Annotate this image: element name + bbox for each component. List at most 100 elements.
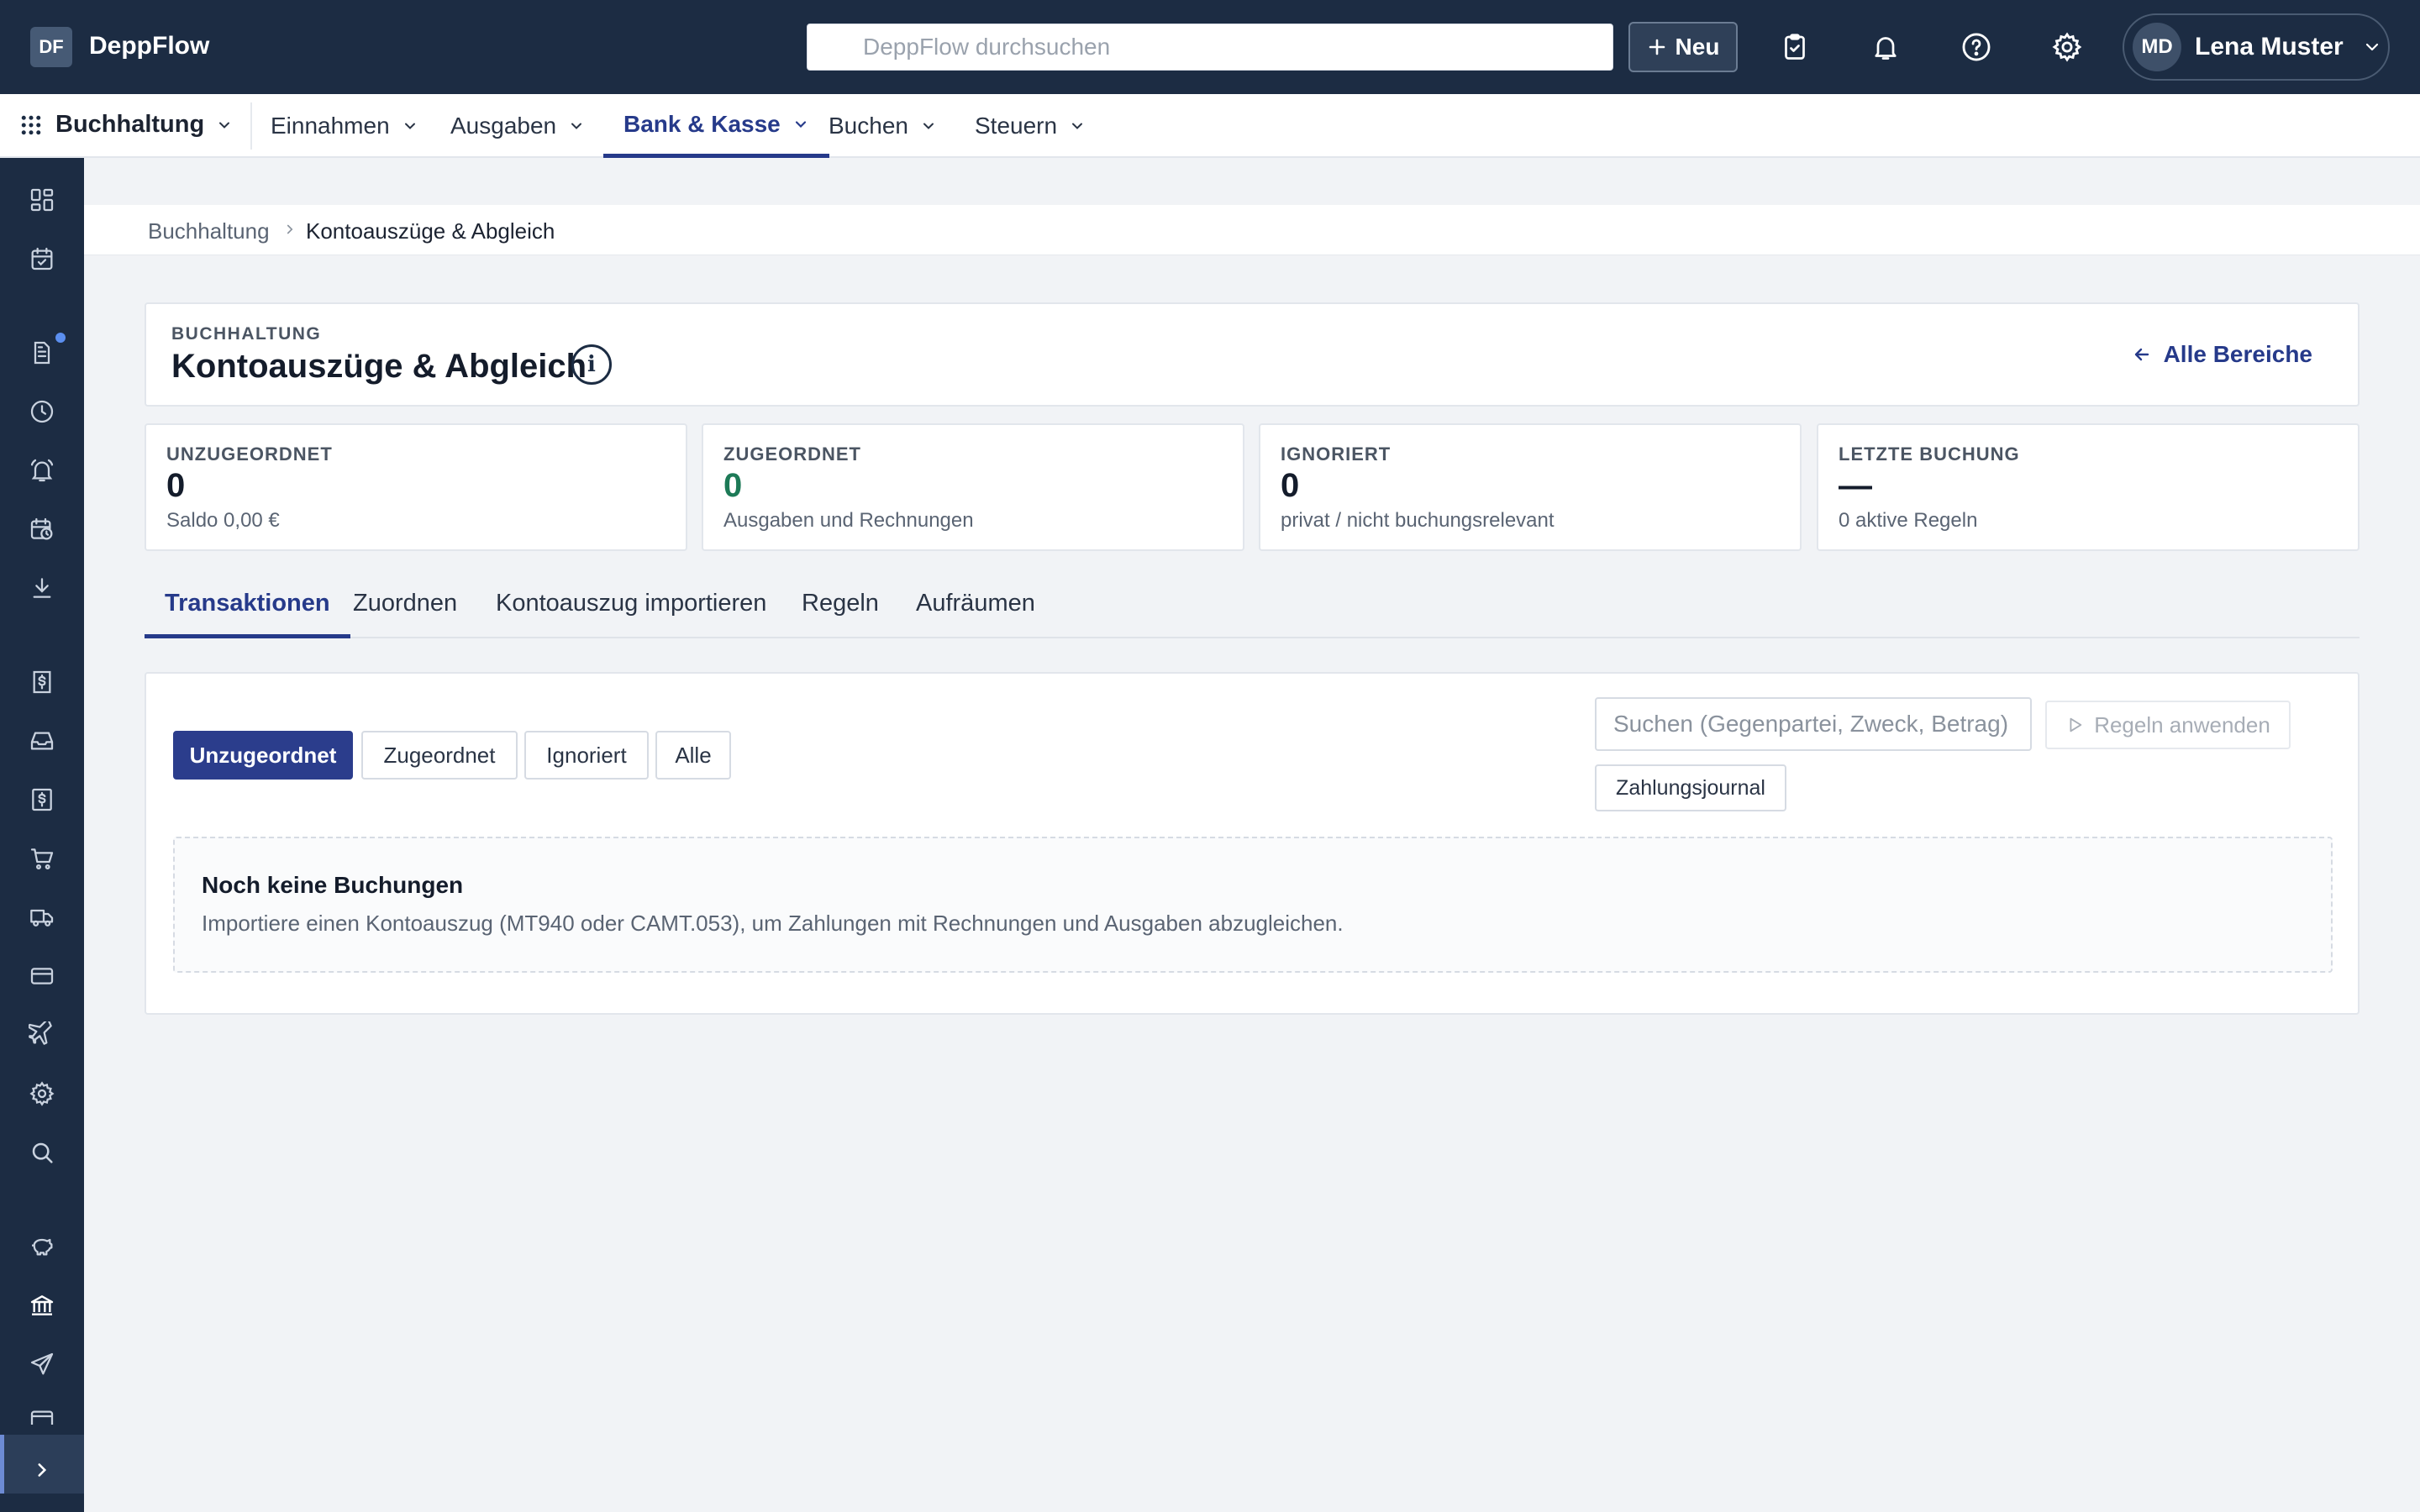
page-title: Kontoauszüge & Abgleich (171, 348, 587, 385)
stat-value: — (1839, 467, 1872, 504)
payment-journal-button[interactable]: Zahlungsjournal (1595, 764, 1786, 811)
nav-ausgaben[interactable]: Ausgaben (450, 94, 585, 158)
breadcrumb-parent[interactable]: Buchhaltung (148, 218, 270, 244)
empty-state-text: Importiere einen Kontoauszug (MT940 oder… (202, 911, 1344, 936)
clock-icon[interactable] (25, 395, 59, 428)
bell-alert-icon[interactable] (25, 454, 59, 487)
filter-unassigned[interactable]: Unzugeordnet (173, 731, 353, 780)
avatar: MD (2133, 23, 2181, 71)
expand-icon[interactable] (25, 1453, 59, 1487)
search-icon[interactable] (25, 1136, 59, 1169)
filter-all[interactable]: Alle (655, 731, 731, 780)
stat-value: 0 (723, 467, 743, 504)
stat-label: UNZUGEORDNET (166, 444, 333, 465)
tab-transaktionen[interactable]: Transaktionen (145, 590, 350, 638)
send-icon[interactable] (25, 1347, 59, 1381)
module-nav: Buchhaltung Einnahmen Ausgaben Bank & Ka… (0, 94, 2420, 158)
plane-icon[interactable] (25, 1018, 59, 1052)
user-name: Lena Muster (2195, 33, 2344, 60)
document-icon[interactable] (25, 336, 59, 370)
cart-icon[interactable] (25, 842, 59, 875)
transactions-panel: Unzugeordnet Zugeordnet Ignoriert Alle S… (145, 672, 2360, 1015)
stat-label: ZUGEORDNET (723, 444, 861, 465)
nav-buchen[interactable]: Buchen (829, 94, 937, 158)
user-menu[interactable]: MD Lena Muster (2123, 13, 2390, 81)
stat-card-last-booking: LETZTE BUCHUNG — 0 aktive Regeln (1817, 423, 2360, 551)
play-icon (2070, 717, 2082, 732)
piggy-bank-icon[interactable] (25, 1230, 59, 1263)
invoice-dollar-icon[interactable] (25, 665, 59, 699)
page-eyebrow: BUCHHALTUNG (171, 324, 322, 344)
transaction-search-input[interactable]: Suchen (Gegenpartei, Zweck, Betrag) (1595, 697, 2032, 751)
global-search-input[interactable]: DeppFlow durchsuchen (807, 24, 1613, 71)
stat-subtext: privat / nicht buchungsrelevant (1281, 509, 1555, 532)
arrow-left-icon (2134, 348, 2149, 361)
bank-icon[interactable] (25, 1289, 59, 1322)
all-areas-label: Alle Bereiche (2163, 341, 2312, 367)
wallet-icon[interactable] (25, 1406, 59, 1425)
app-name[interactable]: DeppFlow (89, 32, 209, 60)
empty-state: Noch keine Buchungen Importiere einen Ko… (173, 837, 2333, 973)
clipboard-check-icon[interactable] (1773, 25, 1817, 69)
app-logo[interactable]: DF (30, 27, 72, 67)
chevron-down-icon (219, 122, 230, 129)
truck-icon[interactable] (25, 900, 59, 934)
stat-card-assigned: ZUGEORDNET 0 Ausgaben und Rechnungen (702, 423, 1244, 551)
filter-assigned[interactable]: Zugeordnet (361, 731, 518, 780)
chevron-down-icon (2365, 43, 2378, 51)
new-button-label: Neu (1675, 34, 1720, 60)
chevron-down-icon (1072, 123, 1083, 129)
info-icon[interactable]: i (571, 344, 612, 385)
stat-card-ignored: IGNORIERT 0 privat / nicht buchungsrelev… (1259, 423, 1802, 551)
tab-bar: Transaktionen Zuordnen Kontoauszug impor… (145, 575, 2360, 638)
filter-ignored[interactable]: Ignoriert (524, 731, 649, 780)
calendar-check-icon[interactable] (25, 242, 59, 276)
dashboard-icon[interactable] (25, 183, 59, 217)
module-switcher[interactable]: Buchhaltung (18, 111, 233, 139)
gear-icon[interactable] (2045, 25, 2089, 69)
calendar-clock-icon[interactable] (25, 512, 59, 546)
nav-einnahmen[interactable]: Einnahmen (271, 94, 418, 158)
tab-aufraeumen[interactable]: Aufräumen (916, 590, 1035, 638)
chevron-down-icon (571, 123, 582, 129)
module-label: Buchhaltung (55, 111, 205, 138)
chevron-right-icon (287, 224, 293, 234)
stat-value: 0 (1281, 467, 1300, 504)
chevron-down-icon (795, 120, 806, 128)
nav-item-label: Einnahmen (271, 113, 390, 139)
help-icon[interactable] (1954, 25, 1998, 69)
all-areas-link[interactable]: Alle Bereiche (2132, 341, 2312, 368)
bell-icon[interactable] (1864, 25, 1907, 69)
download-icon[interactable] (25, 571, 59, 605)
tab-zuordnen[interactable]: Zuordnen (353, 590, 457, 638)
credit-card-icon[interactable] (25, 959, 59, 993)
apply-rules-button[interactable]: Regeln anwenden (2045, 701, 2291, 749)
stat-subtext: Saldo 0,00 € (166, 509, 280, 532)
sidebar (0, 158, 84, 1512)
nav-bank-kasse[interactable]: Bank & Kasse (603, 94, 829, 158)
stat-label: LETZTE BUCHUNG (1839, 444, 2020, 465)
tab-regeln[interactable]: Regeln (802, 590, 879, 638)
plus-icon (1649, 39, 1665, 55)
inbox-icon[interactable] (25, 724, 59, 758)
stat-card-unassigned: UNZUGEORDNET 0 Saldo 0,00 € (145, 423, 687, 551)
nav-item-label: Bank & Kasse (623, 110, 781, 137)
tab-kontoauszug-importieren[interactable]: Kontoauszug importieren (496, 590, 766, 638)
stat-value: 0 (166, 467, 186, 504)
apps-grid-icon (21, 115, 41, 134)
stat-subtext: 0 aktive Regeln (1839, 509, 1978, 532)
settings-icon[interactable] (25, 1077, 59, 1110)
nav-steuern[interactable]: Steuern (975, 94, 1086, 158)
apply-rules-label: Regeln anwenden (2094, 711, 2270, 738)
chevron-down-icon (923, 123, 934, 129)
breadcrumb: Buchhaltung Kontoauszüge & Abgleich (84, 205, 2420, 255)
nav-item-label: Buchen (829, 113, 908, 139)
chevron-down-icon (404, 123, 415, 129)
empty-state-title: Noch keine Buchungen (202, 872, 464, 898)
receipt-dollar-icon[interactable] (25, 783, 59, 816)
breadcrumb-current: Kontoauszüge & Abgleich (306, 218, 555, 244)
nav-item-label: Steuern (975, 113, 1058, 139)
page-header: BUCHHALTUNG Kontoauszüge & Abgleich i Al… (145, 302, 2360, 407)
divider (250, 102, 252, 150)
new-button[interactable]: Neu (1628, 22, 1738, 72)
